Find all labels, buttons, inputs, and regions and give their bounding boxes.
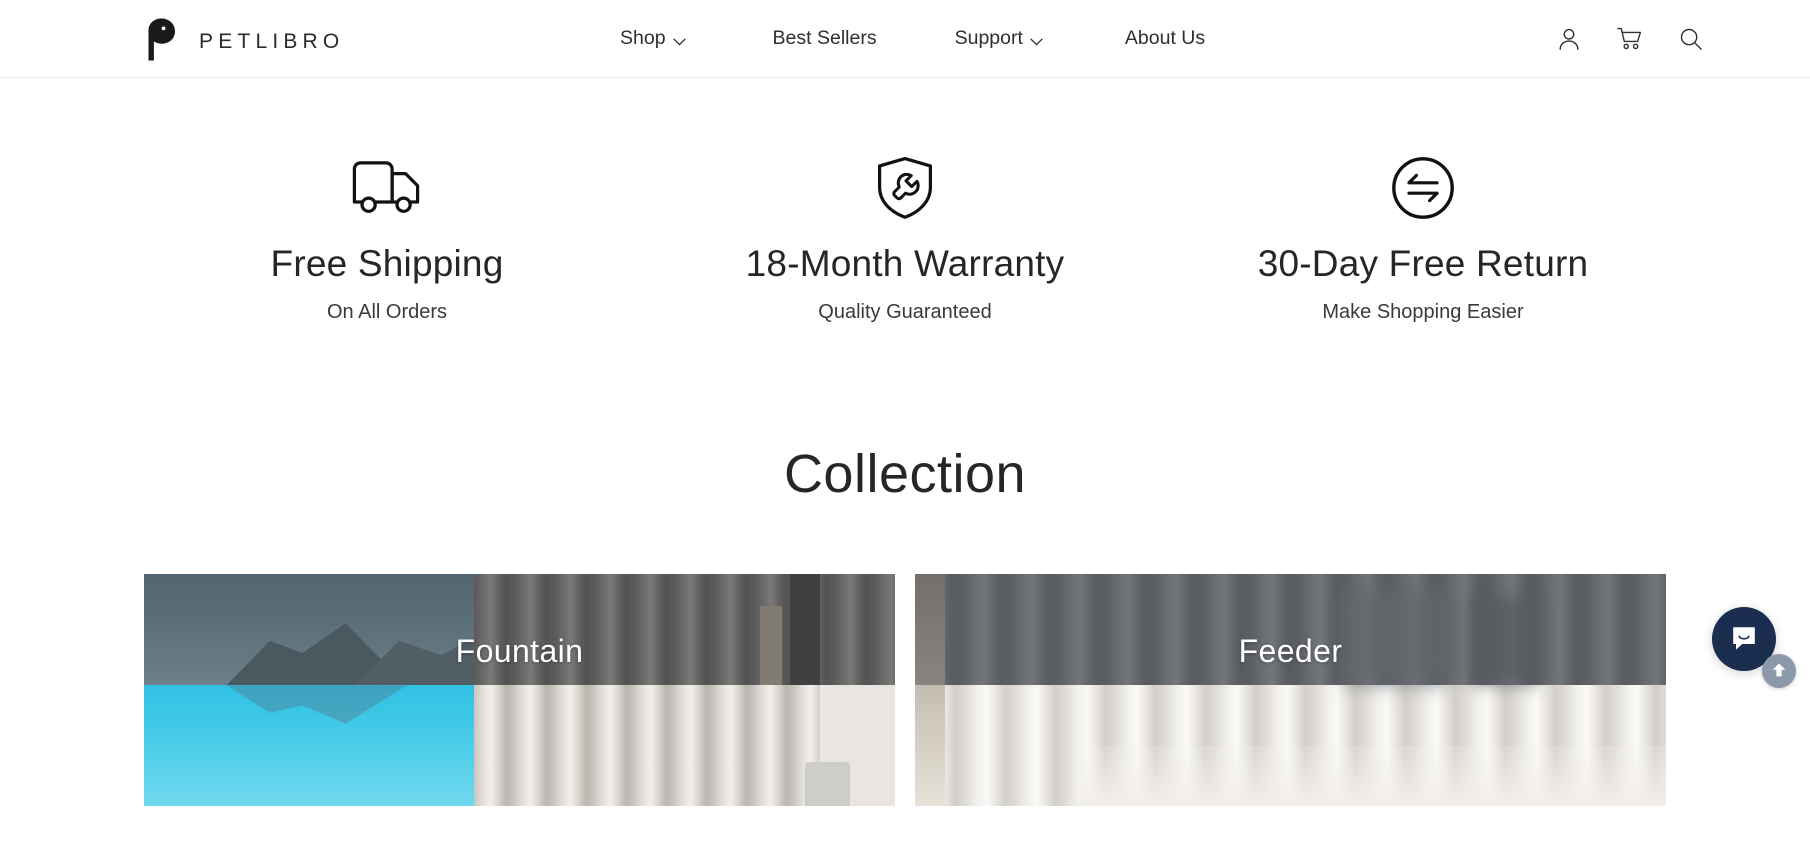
search-button[interactable] <box>1677 25 1705 53</box>
user-icon <box>1558 27 1580 51</box>
back-to-top-button[interactable] <box>1762 654 1796 688</box>
nav-item-support[interactable]: Support <box>955 16 1043 63</box>
shopping-cart-icon <box>1617 27 1642 51</box>
collection-card-feeder[interactable]: Feeder <box>915 573 1666 806</box>
nav-item-shop[interactable]: Shop <box>620 16 686 63</box>
feature-title: Free Shipping <box>270 243 504 284</box>
brand-logo-link[interactable]: PETLIBRO <box>143 17 344 66</box>
feature-warranty: 18-Month Warranty Quality Guaranteed <box>646 156 1164 325</box>
nav-item-about-us[interactable]: About Us <box>1125 17 1205 61</box>
feature-free-return: 30-Day Free Return Make Shopping Easier <box>1164 156 1682 325</box>
return-exchange-arrows-icon <box>1391 156 1455 220</box>
site-header: PETLIBRO Shop Best Sellers Support About… <box>0 0 1810 78</box>
feature-title: 18-Month Warranty <box>745 243 1065 284</box>
feature-subtitle: Make Shopping Easier <box>1322 300 1524 323</box>
collection-grid: Fountain Feeder <box>0 573 1810 806</box>
cart-button[interactable] <box>1615 25 1644 53</box>
chevron-down-icon <box>672 31 686 51</box>
feature-highlights: Free Shipping On All Orders 18-Month War… <box>0 78 1810 325</box>
search-icon <box>1679 27 1703 51</box>
chevron-down-icon <box>1030 31 1043 51</box>
collection-section: Collection Fountain Feeder <box>0 325 1810 806</box>
petlibro-p-mark-icon <box>143 17 185 66</box>
collection-card-fountain[interactable]: Fountain <box>144 573 895 806</box>
feature-subtitle: On All Orders <box>326 300 448 323</box>
shield-wrench-icon <box>876 156 934 220</box>
nav-item-label: Shop <box>620 27 666 50</box>
feature-subtitle: Quality Guaranteed <box>818 300 992 323</box>
collection-card-label: Fountain <box>455 632 584 669</box>
collection-card-label: Feeder <box>1238 632 1343 669</box>
nav-item-label: About Us <box>1124 27 1206 50</box>
chat-bubble-smile-icon <box>1729 623 1759 656</box>
header-actions <box>1556 0 1705 78</box>
delivery-truck-icon <box>351 156 423 220</box>
nav-item-label: Best Sellers <box>772 27 877 50</box>
brand-wordmark: PETLIBRO <box>199 30 345 53</box>
feature-free-shipping: Free Shipping On All Orders <box>128 156 646 325</box>
collection-heading: Collection <box>783 443 1027 504</box>
nav-item-label: Support <box>954 27 1023 50</box>
feature-title: 30-Day Free Return <box>1257 243 1589 284</box>
arrow-up-icon <box>1769 660 1789 683</box>
nav-item-best-sellers[interactable]: Best Sellers <box>773 17 877 61</box>
account-button[interactable] <box>1556 25 1582 53</box>
primary-navigation: Shop Best Sellers Support About Us <box>620 0 1205 78</box>
